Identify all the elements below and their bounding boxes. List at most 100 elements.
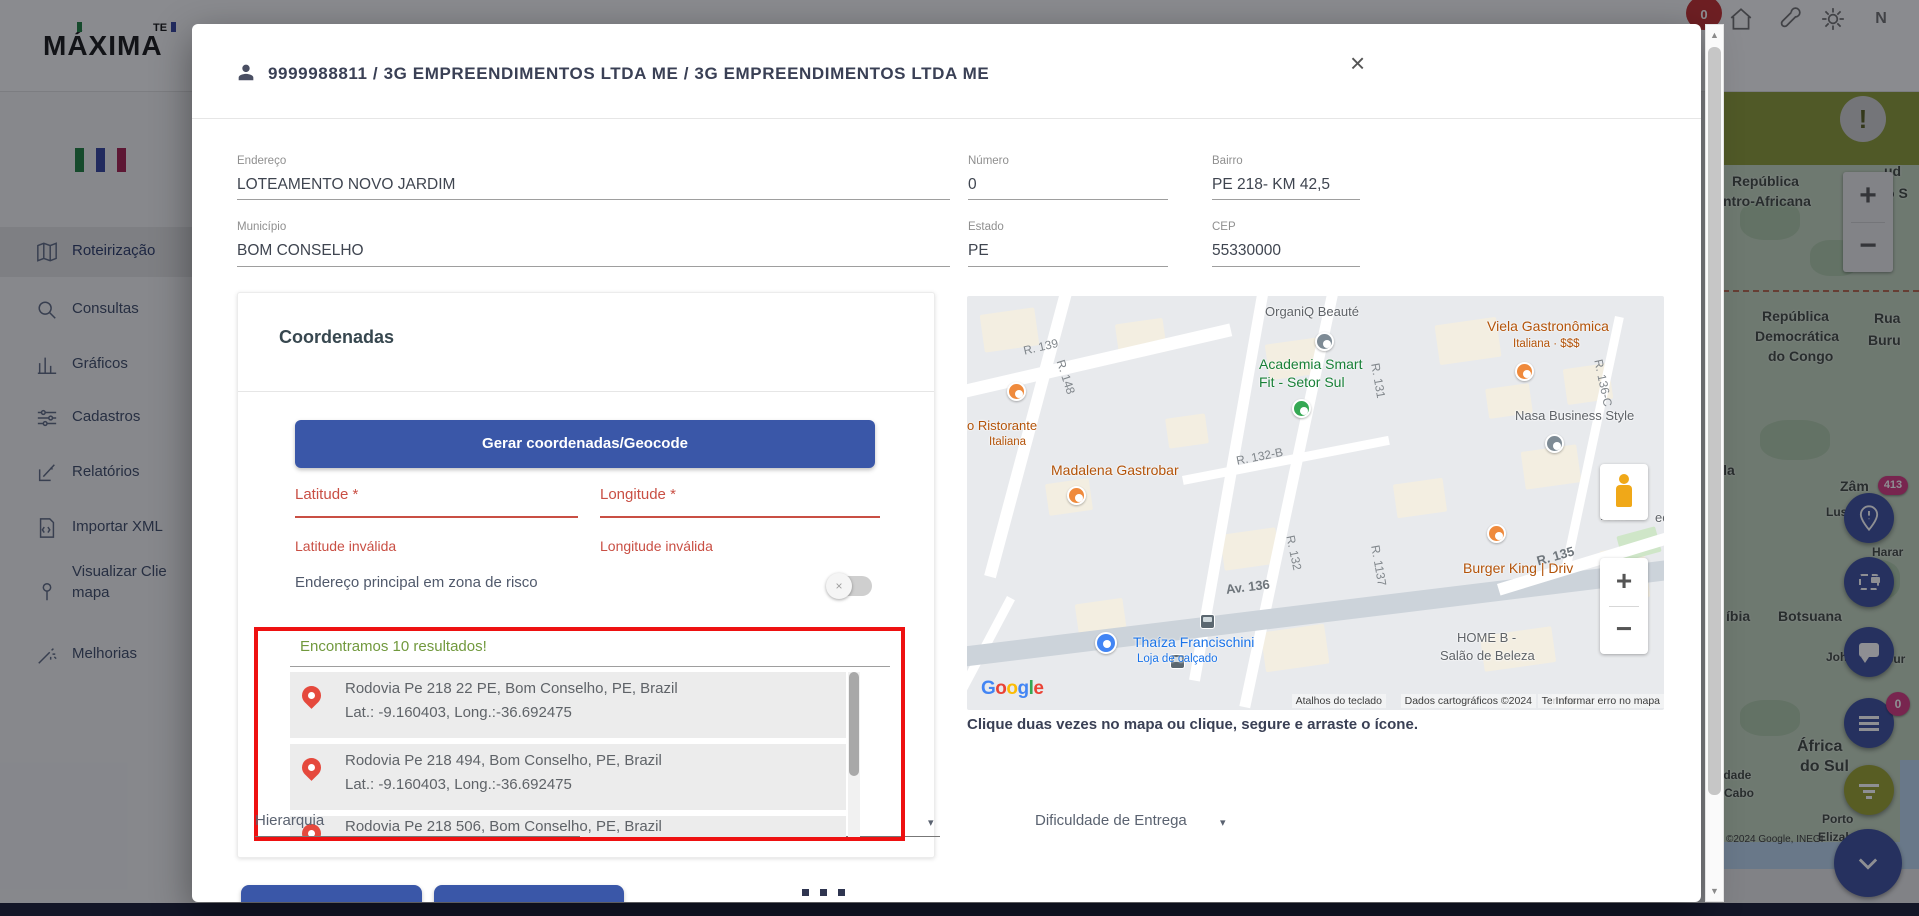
estado-field[interactable]: PE (968, 242, 989, 260)
scroll-down-arrow[interactable]: ▼ (1706, 883, 1723, 899)
endereco-underline (237, 199, 950, 200)
dificuldade-entrega-select[interactable]: Dificuldade de Entrega (1035, 812, 1187, 829)
poi-label[interactable]: Thaíza Francischini (1133, 634, 1254, 650)
zoom-in-button[interactable]: + (1600, 558, 1648, 606)
result-item[interactable]: Rodovia Pe 218 22 PE, Bom Conselho, PE, … (290, 672, 846, 738)
cep-label: CEP (1212, 221, 1236, 233)
store-pin-icon[interactable] (1095, 632, 1117, 654)
pegman-body (1616, 485, 1632, 507)
map-data-attribution: Dados cartográficos ©2024 (1401, 694, 1536, 708)
bar-pin-icon[interactable] (1067, 486, 1086, 505)
location-pin-icon (298, 682, 325, 709)
location-pin-icon (298, 754, 325, 781)
keyboard-shortcuts-link[interactable]: Atalhos do teclado (1292, 694, 1386, 708)
person-icon (235, 60, 257, 84)
chevron-down-icon: ▾ (928, 816, 934, 829)
hierarquia-select[interactable]: Hierarquia (255, 812, 324, 829)
close-icon[interactable]: × (1350, 52, 1365, 74)
map-block (1165, 413, 1209, 448)
modal-primary-button[interactable] (241, 885, 422, 902)
poi-label: Fit - Setor Sul (1259, 374, 1345, 390)
estado-underline (968, 266, 1168, 267)
risk-zone-label: Endereço principal em zona de risco (295, 574, 538, 591)
google-map[interactable]: R. 139 R. 148 R. 132-B R. 132 R. 131 R. … (967, 296, 1664, 710)
endereco-field[interactable]: LOTEAMENTO NOVO JARDIM (237, 176, 455, 194)
result-coords: Lat.: -9.160403, Long.:-36.692475 (345, 776, 572, 793)
client-address-modal: 9999988811 / 3G EMPREENDIMENTOS LTDA ME … (192, 24, 1701, 902)
estado-label: Estado (968, 221, 1004, 233)
longitude-label: Longitude * (600, 486, 676, 503)
pegman-control[interactable] (1600, 464, 1648, 520)
geocode-button[interactable]: Gerar coordenadas/Geocode (295, 420, 875, 468)
restaurant-pin-icon[interactable] (1007, 382, 1026, 401)
coordenadas-heading: Coordenadas (279, 327, 394, 348)
scrollbar-thumb[interactable] (1708, 47, 1721, 795)
results-scrollbar[interactable] (848, 672, 860, 839)
numero-underline (968, 199, 1168, 200)
bairro-label: Bairro (1212, 155, 1243, 167)
poi-label: Italiana (989, 436, 1026, 448)
poi-label[interactable]: Madalena Gastrobar (1051, 462, 1179, 478)
cep-field[interactable]: 55330000 (1212, 242, 1281, 260)
poi-label[interactable]: Academia Smart (1259, 356, 1362, 372)
map-block (1261, 624, 1330, 673)
poi-label: Italiana · $$$ (1513, 338, 1580, 350)
restaurant-pin-icon[interactable] (1515, 362, 1534, 381)
result-address: Rodovia Pe 218 494, Bom Conselho, PE, Br… (345, 752, 662, 769)
modal-scrollbar[interactable]: ▲ ▼ (1705, 24, 1724, 902)
hierarquia-underline (255, 836, 580, 837)
modal-secondary-button[interactable] (434, 885, 624, 902)
municipio-label: Município (237, 221, 286, 233)
drag-dots (802, 889, 809, 896)
results-header: Encontramos 10 resultados! (300, 638, 487, 655)
map-block (1393, 478, 1447, 519)
latitude-label: Latitude * (295, 486, 358, 503)
report-error-link[interactable]: Informar erro no mapa (1552, 694, 1664, 708)
poi-label[interactable]: Nasa Business Style (1515, 408, 1634, 423)
pegman-icon (1619, 474, 1629, 484)
toggle-knob: × (826, 573, 852, 599)
poi-label: Loja de calçado (1137, 653, 1218, 665)
results-divider (290, 666, 890, 667)
poi-label[interactable]: o Ristorante (967, 418, 1037, 433)
road (1182, 436, 1390, 485)
numero-label: Número (968, 155, 1009, 167)
zoom-out-button[interactable]: − (1600, 606, 1648, 654)
bus-stop-icon[interactable] (1200, 614, 1215, 629)
bairro-underline (1212, 199, 1360, 200)
results-scrollbar-thumb[interactable] (849, 672, 859, 776)
bairro-field[interactable]: PE 218- KM 42,5 (1212, 176, 1330, 194)
poi-label[interactable]: OrganiQ Beauté (1265, 304, 1359, 319)
poi-label: HOME B - (1457, 630, 1516, 645)
gym-pin-icon[interactable] (1292, 399, 1311, 418)
cep-underline (1212, 266, 1360, 267)
result-address: Rodovia Pe 218 22 PE, Bom Conselho, PE, … (345, 680, 678, 697)
longitude-error: Longitude inválida (600, 538, 713, 554)
shop-pin-icon[interactable] (1545, 434, 1564, 453)
poi-label: Salão de Beleza (1440, 648, 1535, 663)
map-zoom-control: + − (1600, 558, 1648, 654)
street-label: R. 132 (1283, 534, 1304, 571)
latitude-underline[interactable] (295, 516, 578, 518)
poi-label[interactable]: Viela Gastronômica (1487, 318, 1609, 334)
result-item[interactable]: Rodovia Pe 218 494, Bom Conselho, PE, Br… (290, 744, 846, 810)
municipio-underline (237, 266, 950, 267)
modal-title: 9999988811 / 3G EMPREENDIMENTOS LTDA ME … (268, 64, 989, 84)
restaurant-pin-icon[interactable] (1487, 524, 1506, 543)
result-address: Rodovia Pe 218 506, Bom Conselho, PE, Br… (345, 818, 662, 835)
chevron-down-icon: ▾ (1220, 816, 1226, 829)
scroll-up-arrow[interactable]: ▲ (1706, 27, 1723, 43)
shop-pin-icon[interactable] (1315, 332, 1334, 351)
divider (192, 118, 1701, 119)
divider (238, 391, 934, 392)
google-logo[interactable]: Google (981, 678, 1043, 700)
poi-label: ec (1655, 510, 1664, 525)
risk-zone-toggle[interactable]: × (828, 576, 872, 596)
numero-field[interactable]: 0 (968, 176, 977, 194)
drag-dots (820, 889, 827, 896)
municipio-field[interactable]: BOM CONSELHO (237, 242, 364, 260)
poi-label[interactable]: Burger King | Driv (1463, 560, 1573, 576)
street-label: R. 131 (1368, 362, 1388, 399)
longitude-underline[interactable] (600, 516, 880, 518)
map-hint-text: Clique duas vezes no mapa ou clique, seg… (967, 716, 1418, 733)
